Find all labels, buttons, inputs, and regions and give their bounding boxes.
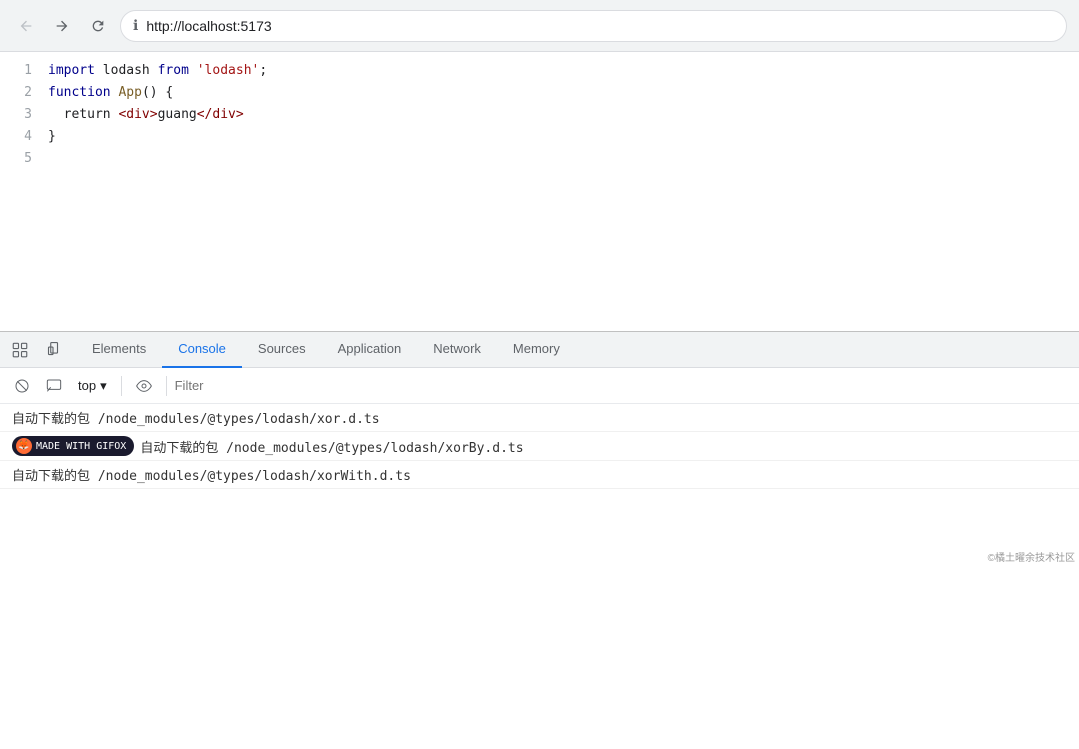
watermark-text: ©橘土曜余技术社区 — [988, 553, 1075, 564]
devtools-tabbar: Elements Console Sources Application Net… — [0, 332, 1079, 368]
code-line-1: 1 import lodash from 'lodash'; — [0, 60, 1079, 82]
gifox-badge: 🦊 MADE WITH GIFOX — [12, 436, 134, 456]
line-number: 3 — [0, 104, 48, 126]
line-number: 2 — [0, 82, 48, 104]
gifox-icon: 🦊 — [16, 438, 32, 454]
console-entry-2: 🦊 MADE WITH GIFOX 自动下载的包 /node_modules/@… — [0, 432, 1079, 461]
info-icon: ℹ — [133, 17, 138, 34]
tab-elements[interactable]: Elements — [76, 332, 162, 368]
line-number: 1 — [0, 60, 48, 82]
entry-text: 自动下载的包 /node_modules/@types/lodash/xor.d… — [12, 408, 380, 427]
context-label: top — [78, 378, 96, 393]
console-entries: 自动下载的包 /node_modules/@types/lodash/xor.d… — [0, 404, 1079, 566]
filter-input[interactable] — [175, 374, 1071, 398]
code-line-2: 2 function App() { — [0, 82, 1079, 104]
console-entry-1: 自动下载的包 /node_modules/@types/lodash/xor.d… — [0, 404, 1079, 432]
toolbar-divider — [121, 376, 122, 396]
back-button[interactable] — [12, 12, 40, 40]
line-code: } — [48, 126, 56, 148]
code-content: 1 import lodash from 'lodash'; 2 functio… — [0, 52, 1079, 178]
live-expressions-button[interactable] — [130, 372, 158, 400]
line-code: return <div>guang</div> — [48, 104, 244, 126]
line-code: function App() { — [48, 82, 173, 104]
line-number: 5 — [0, 148, 48, 170]
forward-button[interactable] — [48, 12, 76, 40]
entry-text: 自动下载的包 /node_modules/@types/lodash/xorBy… — [140, 437, 523, 456]
toolbar-divider-2 — [166, 376, 167, 396]
gifox-label: MADE WITH GIFOX — [36, 441, 126, 452]
line-code: import lodash from 'lodash'; — [48, 60, 267, 82]
watermark: ©橘土曜余技术社区 — [988, 549, 1075, 564]
browser-toolbar: ℹ http://localhost:5173 — [0, 0, 1079, 52]
code-line-3: 3 return <div>guang</div> — [0, 104, 1079, 126]
entry-text: 自动下载的包 /node_modules/@types/lodash/xorWi… — [12, 465, 411, 484]
code-line-5: 5 — [0, 148, 1079, 170]
address-bar[interactable]: ℹ http://localhost:5173 — [120, 10, 1067, 42]
console-toolbar: top ▾ — [0, 368, 1079, 404]
tab-memory[interactable]: Memory — [497, 332, 576, 368]
messages-icon-button[interactable] — [40, 372, 68, 400]
main-viewport: 1 import lodash from 'lodash'; 2 functio… — [0, 52, 1079, 566]
context-selector[interactable]: top ▾ — [72, 376, 113, 396]
clear-console-button[interactable] — [8, 372, 36, 400]
tab-network[interactable]: Network — [417, 332, 497, 368]
tab-sources[interactable]: Sources — [242, 332, 322, 368]
console-entry-3: 自动下载的包 /node_modules/@types/lodash/xorWi… — [0, 461, 1079, 489]
selector-icon-button[interactable] — [4, 334, 36, 366]
code-line-4: 4 } — [0, 126, 1079, 148]
url-text: http://localhost:5173 — [146, 18, 271, 34]
tab-console[interactable]: Console — [162, 332, 242, 368]
devtools-panel: Elements Console Sources Application Net… — [0, 331, 1079, 566]
refresh-button[interactable] — [84, 12, 112, 40]
line-number: 4 — [0, 126, 48, 148]
inspector-icon-button[interactable] — [40, 334, 72, 366]
tab-application[interactable]: Application — [322, 332, 418, 368]
dropdown-arrow-icon: ▾ — [100, 378, 107, 394]
